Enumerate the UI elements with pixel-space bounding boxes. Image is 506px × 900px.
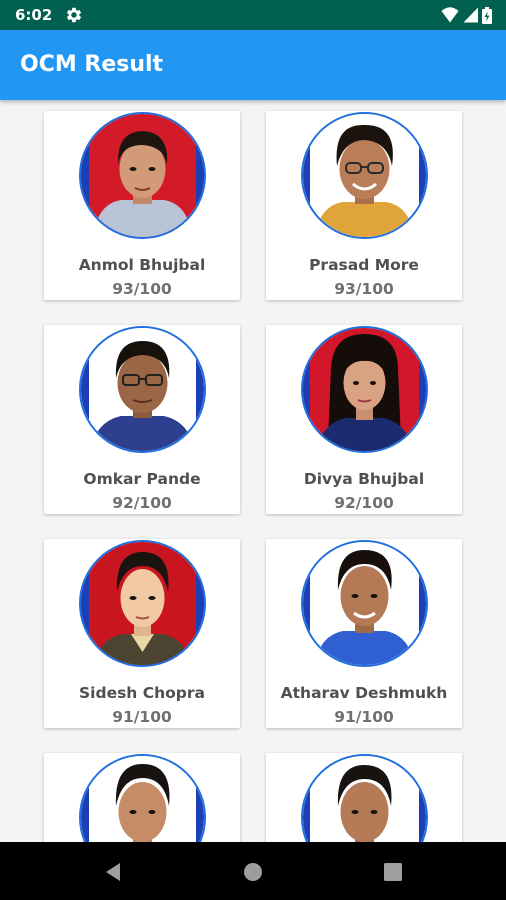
- student-score: 93/100: [334, 280, 394, 298]
- student-photo: [301, 112, 428, 239]
- student-score: 93/100: [112, 280, 172, 298]
- student-name: Anmol Bhujbal: [78, 256, 206, 274]
- student-card[interactable]: Prasad More 93/100: [266, 111, 462, 300]
- wifi-icon: [441, 7, 459, 23]
- app-title: OCM Result: [20, 52, 164, 77]
- battery-icon: [482, 6, 492, 24]
- student-portrait: [303, 542, 426, 665]
- student-score: 92/100: [112, 494, 172, 512]
- student-name: Atharav Deshmukh: [280, 684, 448, 702]
- student-card[interactable]: Atharav Deshmukh 91/100: [266, 539, 462, 728]
- home-icon[interactable]: [242, 861, 264, 883]
- student-card[interactable]: Divya Bhujbal 92/100: [266, 325, 462, 514]
- student-score: 92/100: [334, 494, 394, 512]
- app-bar: OCM Result: [0, 30, 506, 100]
- student-score: 91/100: [334, 708, 394, 726]
- signal-icon: [463, 7, 478, 23]
- student-score: 91/100: [112, 708, 172, 726]
- settings-gear-icon: [66, 7, 82, 23]
- student-photo: [79, 540, 206, 667]
- status-icons: [441, 6, 492, 24]
- back-icon[interactable]: [102, 861, 124, 883]
- student-card[interactable]: [266, 753, 462, 842]
- student-name: Prasad More: [309, 256, 419, 274]
- student-photo: [301, 754, 428, 842]
- student-card[interactable]: Omkar Pande 92/100: [44, 325, 240, 514]
- student-photo: [79, 754, 206, 842]
- status-time: 6:02: [15, 6, 53, 24]
- student-portrait: [303, 328, 426, 451]
- student-portrait: [81, 328, 204, 451]
- student-portrait: [303, 114, 426, 237]
- student-photo: [301, 326, 428, 453]
- student-portrait: [81, 114, 204, 237]
- student-photo: [79, 112, 206, 239]
- status-bar: 6:02: [0, 0, 506, 30]
- recents-icon[interactable]: [382, 861, 404, 883]
- results-grid[interactable]: Anmol Bhujbal 93/100 Prasad More 93/100: [0, 100, 506, 842]
- student-name: Divya Bhujbal: [303, 470, 425, 488]
- student-card[interactable]: [44, 753, 240, 842]
- student-name: Sidesh Chopra: [79, 684, 205, 702]
- student-name: Omkar Pande: [83, 470, 201, 488]
- student-card[interactable]: Anmol Bhujbal 93/100: [44, 111, 240, 300]
- student-photo: [301, 540, 428, 667]
- student-portrait: [303, 756, 426, 842]
- student-portrait: [81, 542, 204, 665]
- student-card[interactable]: Sidesh Chopra 91/100: [44, 539, 240, 728]
- student-photo: [79, 326, 206, 453]
- navigation-bar: [0, 842, 506, 900]
- student-portrait: [81, 756, 204, 842]
